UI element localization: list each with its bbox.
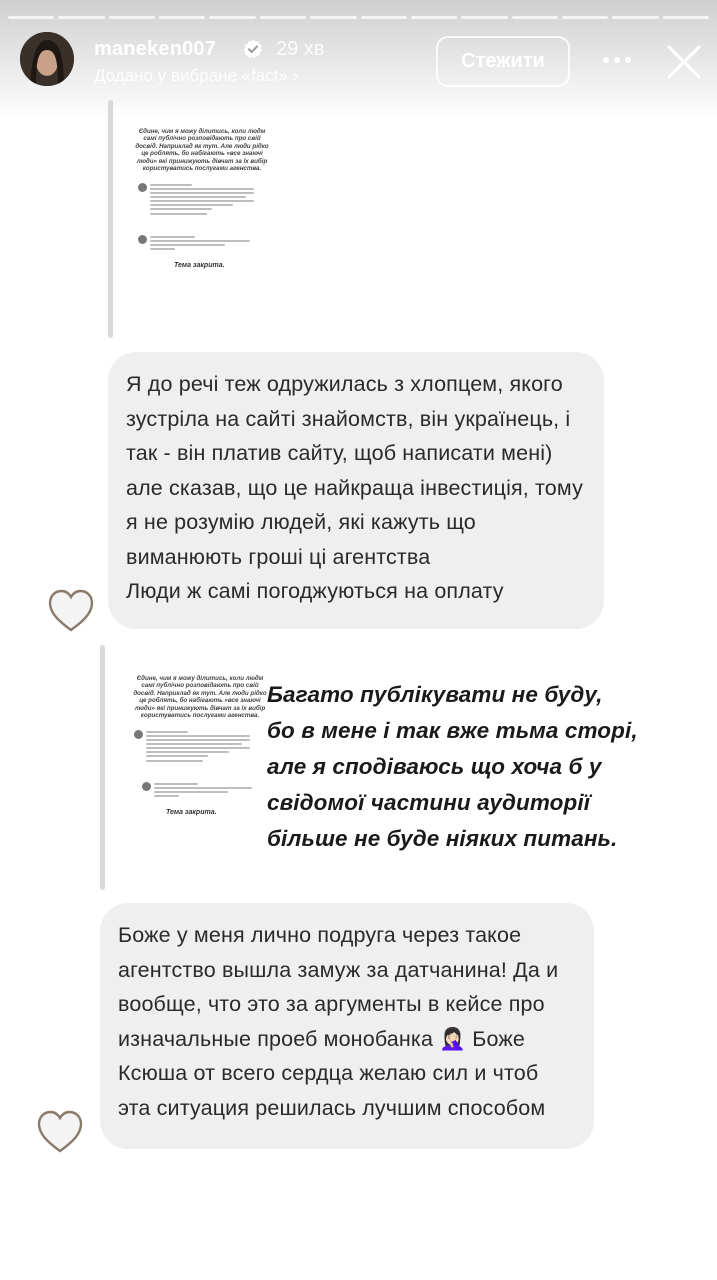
progress-segment: [561, 16, 609, 19]
progress-segment: [410, 16, 458, 19]
quoted-story-thumbnail[interactable]: Єдине, чим я можу ділитись, коли людм са…: [134, 128, 270, 300]
mini-avatar: [138, 235, 147, 244]
quoted-ending-text: Тема закрита.: [174, 262, 225, 269]
story-caption-text: Багато публікувати не буду, бо в мене і …: [267, 682, 638, 851]
close-icon[interactable]: [664, 42, 704, 82]
progress-segment: [58, 16, 105, 19]
avatar[interactable]: [20, 32, 74, 86]
progress-segment: [461, 16, 508, 19]
reply-quote-bar: [108, 100, 113, 338]
progress-segment: [108, 16, 156, 19]
heart-reaction-icon: [48, 589, 94, 632]
progress-segment: [159, 16, 206, 19]
progress-segment: [612, 16, 659, 19]
mini-avatar: [138, 183, 147, 192]
mini-reply: [150, 236, 250, 252]
favorites-label[interactable]: Додано у вибране «fact» ›: [94, 66, 298, 86]
quoted-story-thumbnail[interactable]: Єдине, чим я можу ділитись, коли людм са…: [132, 675, 268, 847]
reply-quote-bar: [100, 645, 105, 890]
mini-comment: [150, 184, 254, 217]
username[interactable]: maneken007: [94, 38, 216, 61]
quoted-ending-text: Тема закрита.: [166, 809, 217, 816]
progress-segment: [259, 16, 307, 19]
more-horizontal-icon[interactable]: [600, 45, 634, 75]
progress-segment: [662, 16, 710, 19]
verified-badge-icon: [243, 39, 262, 59]
story-progress-bar: [8, 16, 710, 19]
quoted-question-text: Єдине, чим я можу ділитись, коли людм са…: [133, 675, 267, 720]
heart-reaction-icon: [37, 1110, 83, 1153]
mini-avatar: [134, 730, 143, 739]
progress-segment: [8, 16, 55, 19]
follow-button[interactable]: Стежити: [436, 36, 570, 87]
progress-segment: [310, 16, 357, 19]
message-bubble: Боже у меня лично подруга через такое аг…: [100, 903, 594, 1149]
post-time: 29 хв: [276, 38, 325, 60]
mini-reply: [154, 783, 252, 799]
progress-segment: [360, 16, 407, 19]
message-text: Боже у меня лично подруга через такое аг…: [118, 923, 559, 1120]
quoted-question-text: Єдине, чим я можу ділитись, коли людм са…: [135, 128, 269, 173]
mini-avatar: [142, 782, 151, 791]
progress-segment: [511, 16, 558, 19]
story-viewer[interactable]: maneken007 29 хв Додано у вибране «fact»…: [0, 0, 717, 1280]
mini-comment: [146, 731, 250, 764]
message-bubble: Я до речі теж одружилась з хлопцем, яког…: [108, 352, 604, 629]
message-text: Я до речі теж одружилась з хлопцем, яког…: [126, 372, 583, 603]
progress-segment: [209, 16, 256, 19]
